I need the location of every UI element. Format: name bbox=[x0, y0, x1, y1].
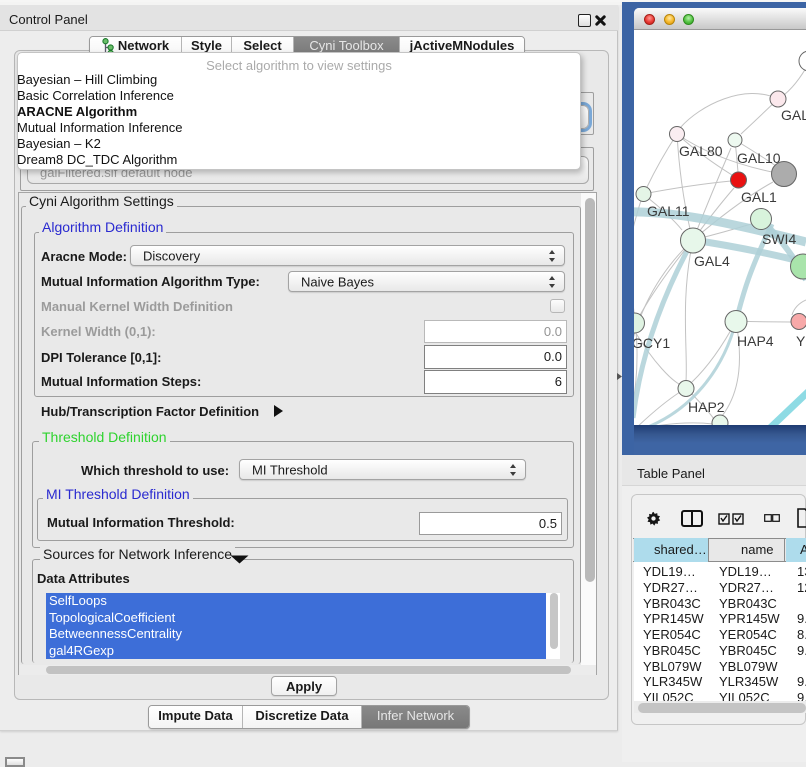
svg-text:HAP4: HAP4 bbox=[737, 333, 774, 349]
svg-text:Y: Y bbox=[796, 333, 806, 349]
svg-text:GAL4: GAL4 bbox=[694, 253, 730, 269]
svg-text:HAP2: HAP2 bbox=[688, 399, 725, 415]
svg-text:GAL11: GAL11 bbox=[647, 203, 690, 219]
svg-text:GCY1: GCY1 bbox=[634, 335, 670, 351]
svg-text:GAL10: GAL10 bbox=[737, 150, 781, 166]
svg-text:GAL1: GAL1 bbox=[741, 189, 777, 205]
svg-text:GAL7: GAL7 bbox=[781, 107, 806, 123]
svg-text:GAL80: GAL80 bbox=[679, 143, 723, 159]
svg-text:SWI4: SWI4 bbox=[762, 231, 796, 247]
